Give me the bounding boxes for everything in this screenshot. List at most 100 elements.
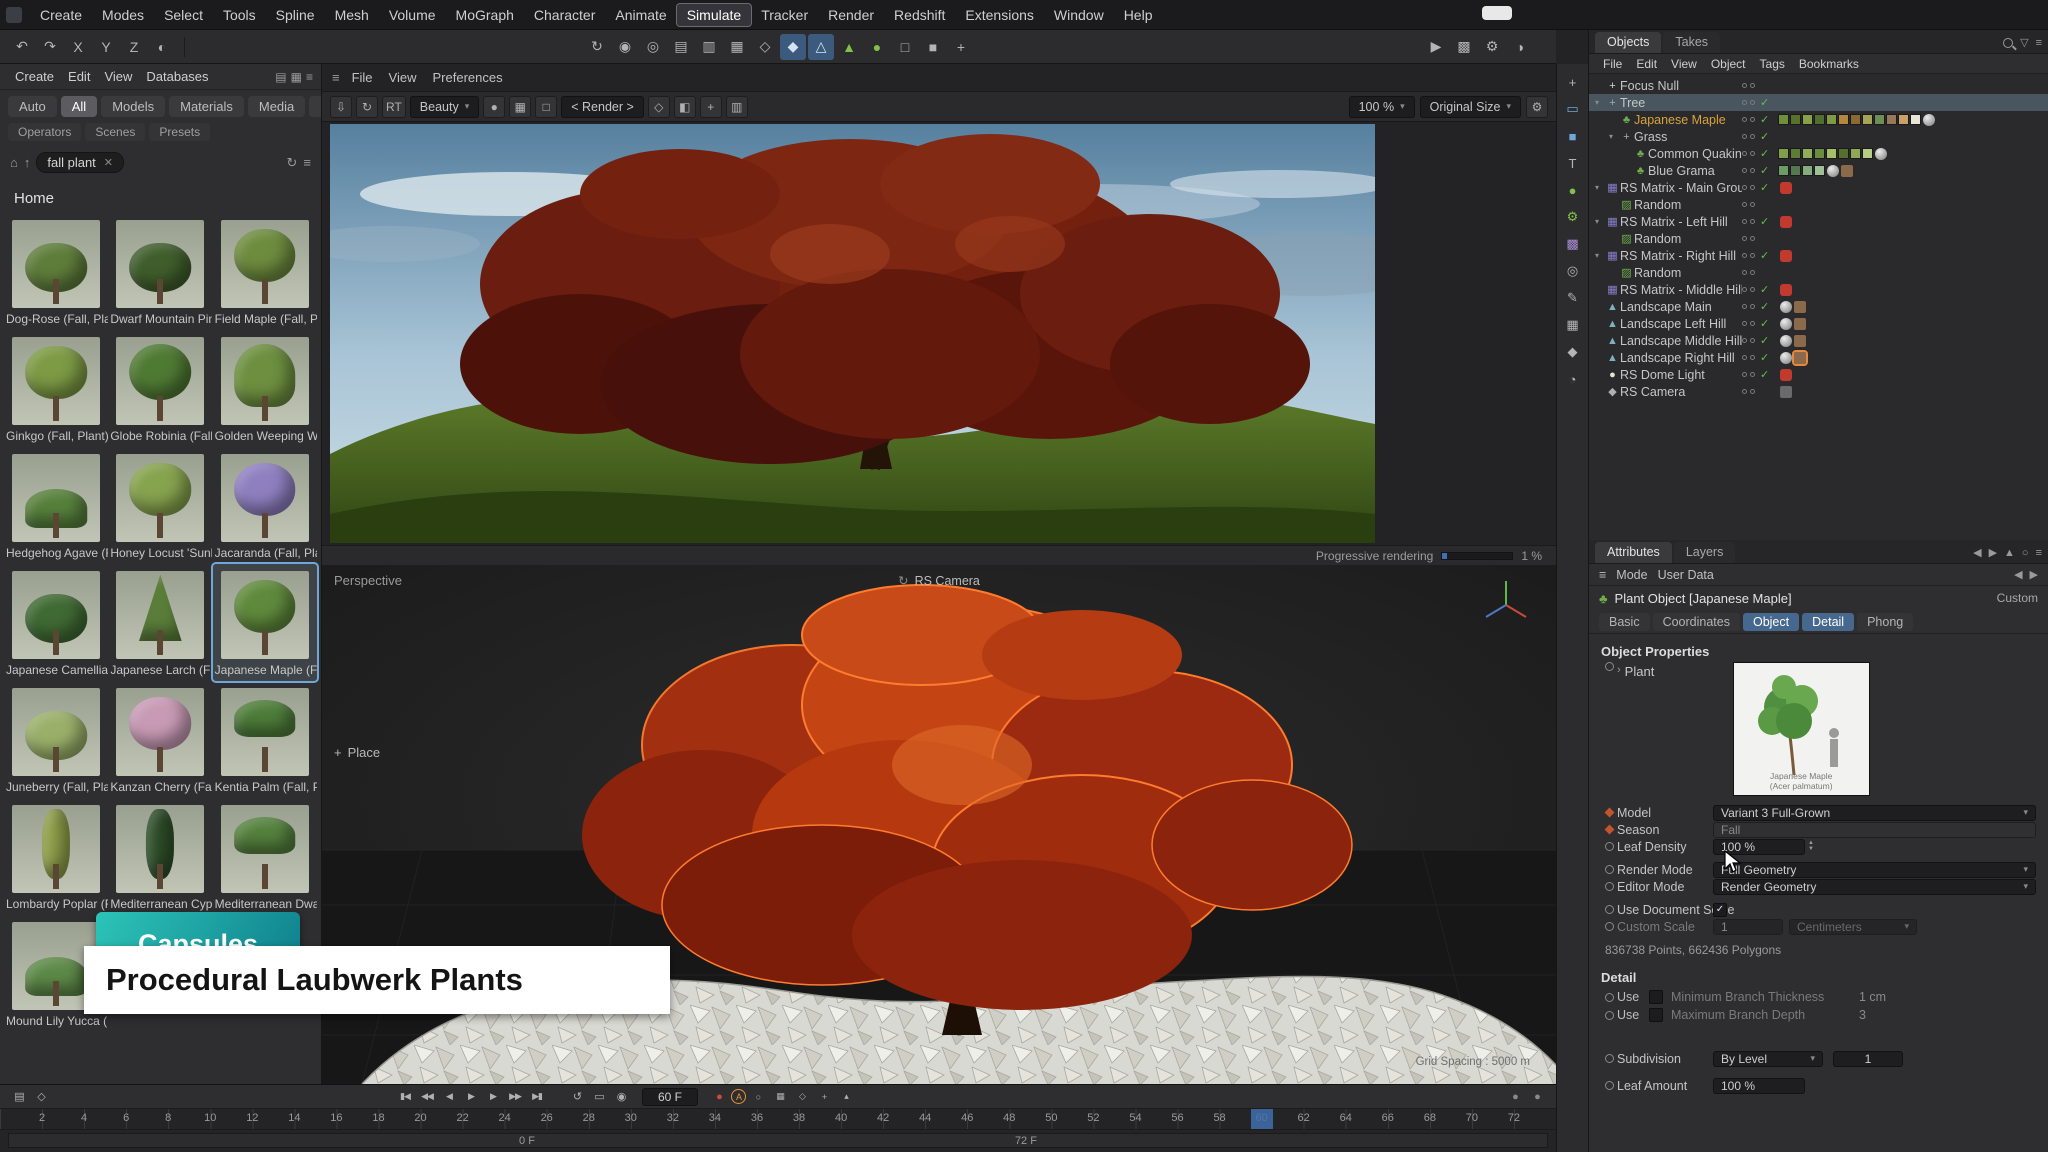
menubar-item[interactable]: Tracker	[751, 4, 818, 26]
mode-menu-icon[interactable]: ≡	[1599, 568, 1606, 582]
menubar-item[interactable]: Character	[524, 4, 605, 26]
cube-tool-icon[interactable]: ■	[1561, 124, 1585, 148]
geo-tag-icon[interactable]	[1794, 301, 1806, 313]
param-value[interactable]: Variant 3 Full-Grown▾	[1713, 805, 2036, 821]
param-value[interactable]: Full Geometry▾	[1713, 862, 2036, 878]
autokey-ring-icon[interactable]: ●	[1505, 1088, 1525, 1106]
lock-icon[interactable]: ○	[2022, 547, 2029, 559]
grid-view-icon[interactable]: ▤	[275, 70, 286, 84]
loop-icon[interactable]: ↺	[567, 1088, 587, 1106]
visibility-dots[interactable]	[1742, 355, 1760, 360]
object-manager-menu-item[interactable]: Object	[1705, 56, 1752, 72]
timeline-layout-icon[interactable]: ▤	[9, 1088, 29, 1106]
text-tool-icon[interactable]: T	[1561, 151, 1585, 175]
object-row[interactable]: Focus Null ✓	[1589, 77, 2048, 94]
frame-ruler[interactable]: 2468101214161820222426283032343638404244…	[0, 1109, 1556, 1130]
object-label[interactable]: Common Quaking Grass	[1648, 147, 1742, 161]
undo-icon[interactable]: ↶	[9, 34, 35, 60]
asset-thumbnail[interactable]: Juneberry (Fall, Plant)	[4, 681, 108, 798]
axis-x-button[interactable]: X	[65, 34, 91, 60]
pen-tool-icon[interactable]: ✎	[1561, 286, 1585, 310]
object-label[interactable]: Tree	[1620, 96, 1742, 110]
visibility-dots[interactable]	[1742, 185, 1760, 190]
panel-tab[interactable]: Takes	[1663, 32, 1720, 53]
visibility-dots[interactable]	[1742, 321, 1760, 326]
object-tags[interactable]	[1875, 148, 1887, 160]
object-label[interactable]: RS Camera	[1620, 385, 1742, 399]
menubar-item[interactable]: Spline	[266, 4, 325, 26]
material-swatches[interactable]	[1778, 148, 1873, 159]
menubar-item[interactable]: Mesh	[325, 4, 379, 26]
geo-tag-icon[interactable]	[1794, 335, 1806, 347]
play-button[interactable]: ▶	[461, 1088, 481, 1106]
object-row[interactable]: Landscape Right Hill ✓	[1589, 349, 2048, 366]
menubar-item[interactable]: Help	[1114, 4, 1163, 26]
object-manager-menu-item[interactable]: Edit	[1630, 56, 1663, 72]
autokey-button[interactable]: A	[731, 1089, 746, 1104]
enable-check-icon[interactable]: ✓	[1760, 215, 1778, 228]
sub-tab[interactable]: Scenes	[85, 123, 145, 141]
menubar-item[interactable]: Render	[818, 4, 884, 26]
asset-browser-menu-item[interactable]: Databases	[139, 67, 215, 86]
attractor-icon[interactable]: ◇	[752, 34, 778, 60]
filter-tab[interactable]: All	[61, 96, 97, 117]
object-label[interactable]: RS Dome Light	[1620, 368, 1742, 382]
menubar-item[interactable]: Volume	[379, 4, 446, 26]
soft-body-icon[interactable]: ◎	[640, 34, 666, 60]
enable-check-icon[interactable]: ✓	[1760, 147, 1778, 160]
object-row[interactable]: Landscape Main ✓	[1589, 298, 2048, 315]
mode-dropdown[interactable]: Mode	[1616, 568, 1647, 582]
camera-tool-icon[interactable]: ◆	[1561, 340, 1585, 364]
object-manager-menu-item[interactable]: File	[1597, 56, 1628, 72]
render-view-icon[interactable]: ▶	[1423, 34, 1449, 60]
selection-key-icon[interactable]: ●	[1527, 1088, 1547, 1106]
object-manager-menu-item[interactable]: Tags	[1754, 56, 1791, 72]
size-dropdown[interactable]: Original Size▾	[1420, 96, 1521, 118]
search-icon[interactable]	[2003, 38, 2013, 48]
visibility-dots[interactable]	[1742, 389, 1760, 394]
stepper-arrows[interactable]: ▲▼	[1808, 841, 1814, 852]
object-label[interactable]: Random	[1634, 266, 1742, 280]
expand-caret[interactable]: ▾	[1609, 132, 1619, 141]
object-label[interactable]: RS Matrix - Right Hill	[1620, 249, 1742, 263]
rigid-body-icon[interactable]: ◉	[612, 34, 638, 60]
forces-icon[interactable]: ▲	[836, 34, 862, 60]
subdivision-value-input[interactable]: 1	[1833, 1051, 1903, 1067]
object-label[interactable]: Random	[1634, 198, 1742, 212]
mograph-icon[interactable]: +	[948, 34, 974, 60]
up-arrow-icon[interactable]: ↑	[24, 155, 31, 170]
asset-thumbnail[interactable]: Honey Locust 'Sunbur...	[108, 447, 212, 564]
phong-tag-icon[interactable]	[1780, 335, 1792, 347]
goto-end-button[interactable]: ▶▮	[527, 1088, 547, 1106]
asset-thumbnail[interactable]: Kentia Palm (Fall, Plant)	[213, 681, 317, 798]
simulation-scene-icon[interactable]: ↻	[584, 34, 610, 60]
object-row[interactable]: Japanese Maple ✓	[1589, 111, 2048, 128]
material-swatches[interactable]	[1778, 114, 1921, 125]
visibility-dots[interactable]	[1742, 100, 1760, 105]
visibility-dots[interactable]	[1742, 338, 1760, 343]
panel-tab[interactable]: Objects	[1595, 32, 1661, 53]
move-tool-icon[interactable]: +	[1561, 70, 1585, 94]
rs-tag-icon[interactable]	[1780, 284, 1792, 296]
zoom-dropdown[interactable]: 100 %▾	[1349, 96, 1415, 118]
enable-check-icon[interactable]: ✓	[1760, 181, 1778, 194]
save-image-icon[interactable]: ⇩	[330, 96, 352, 118]
current-frame-marker[interactable]	[1251, 1109, 1273, 1129]
rs-tag-icon[interactable]	[1780, 250, 1792, 262]
phong-tag-icon[interactable]	[1875, 148, 1887, 160]
prev-frame-button[interactable]: ◀	[439, 1088, 459, 1106]
detail-param-value[interactable]: 3	[1859, 1008, 1866, 1022]
menubar-item[interactable]: Modes	[92, 4, 154, 26]
scene-nodes-icon[interactable]: □	[892, 34, 918, 60]
expand-caret[interactable]: ▾	[1595, 183, 1605, 192]
plant-caret-icon[interactable]: ›	[1617, 664, 1621, 676]
asset-thumbnail[interactable]: Lombardy Poplar (Fall...	[4, 798, 108, 915]
filter-tab[interactable]: Auto	[8, 96, 57, 117]
keyset-pla-icon[interactable]: ▴	[836, 1088, 856, 1106]
visibility-dots[interactable]	[1742, 202, 1760, 207]
object-tags[interactable]	[1780, 250, 1792, 262]
geo-tag-icon[interactable]	[1794, 318, 1806, 330]
capsule-icon[interactable]: ■	[920, 34, 946, 60]
coord-system-icon[interactable]: ◐	[149, 34, 175, 60]
object-row[interactable]: Random ✓	[1589, 230, 2048, 247]
